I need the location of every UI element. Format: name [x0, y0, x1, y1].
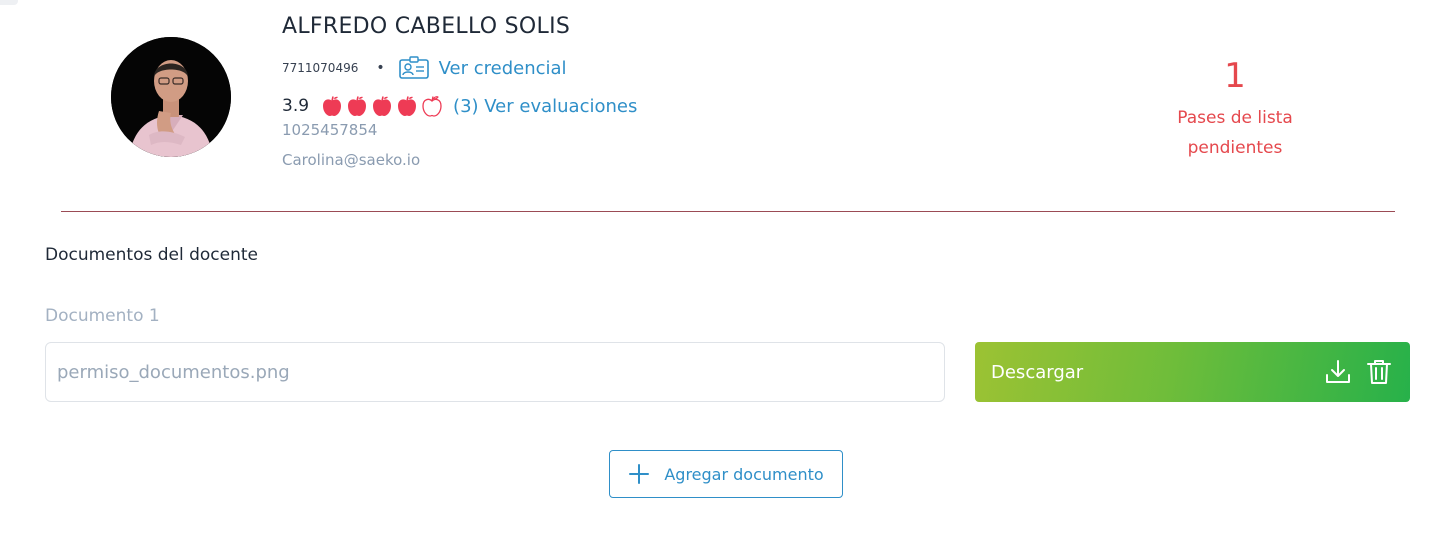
download-icon[interactable]	[1324, 358, 1352, 386]
teacher-name: ALFREDO CABELLO SOLIS	[282, 14, 571, 39]
teacher-email: Carolina@saeko.io	[282, 151, 421, 169]
plus-icon	[629, 464, 650, 484]
view-credential-label: Ver credencial	[438, 57, 567, 79]
download-button[interactable]: Descargar	[991, 362, 1324, 383]
add-document-button[interactable]: Agregar documento	[609, 450, 843, 498]
separator-dot: •	[376, 60, 385, 76]
apple-icon	[321, 95, 343, 117]
rating-row: 3.9 (3) Ver evaluaciones	[282, 92, 637, 120]
rating-value: 3.9	[282, 96, 310, 116]
view-evaluations-link[interactable]: (3) Ver evaluaciones	[453, 96, 637, 117]
teacher-phone: 1025457854	[282, 121, 378, 139]
view-credential-link[interactable]: Ver credencial	[398, 56, 567, 80]
pending-count: 1	[1224, 56, 1246, 96]
section-divider	[61, 211, 1395, 212]
documents-section-title: Documentos del docente	[45, 245, 259, 265]
apple-icon	[396, 95, 418, 117]
trash-icon[interactable]	[1366, 358, 1392, 386]
apple-icon	[346, 95, 368, 117]
id-card-icon	[398, 56, 429, 79]
pending-label-line2: pendientes	[1187, 138, 1283, 158]
avatar	[111, 37, 231, 157]
rating-apples	[321, 95, 443, 117]
add-document-label: Agregar documento	[664, 464, 824, 484]
apple-outline-icon	[421, 95, 443, 117]
document-filename-field[interactable]: permiso_documentos.png	[45, 342, 945, 402]
pending-attendance: 1 Pases de lista pendientes	[1135, 54, 1335, 163]
pending-label-line1: Pases de lista	[1177, 108, 1293, 128]
id-number: 7711070496	[282, 61, 359, 75]
corner-decoration	[0, 0, 18, 5]
document-action-icons	[1324, 358, 1392, 386]
id-row: 7711070496 • Ver credencial	[282, 55, 567, 81]
pending-label: Pases de lista pendientes	[1135, 103, 1335, 163]
document-actions-bar: Descargar	[975, 342, 1410, 402]
document-label: Documento 1	[45, 306, 160, 326]
document-filename: permiso_documentos.png	[57, 361, 290, 383]
apple-icon	[371, 95, 393, 117]
